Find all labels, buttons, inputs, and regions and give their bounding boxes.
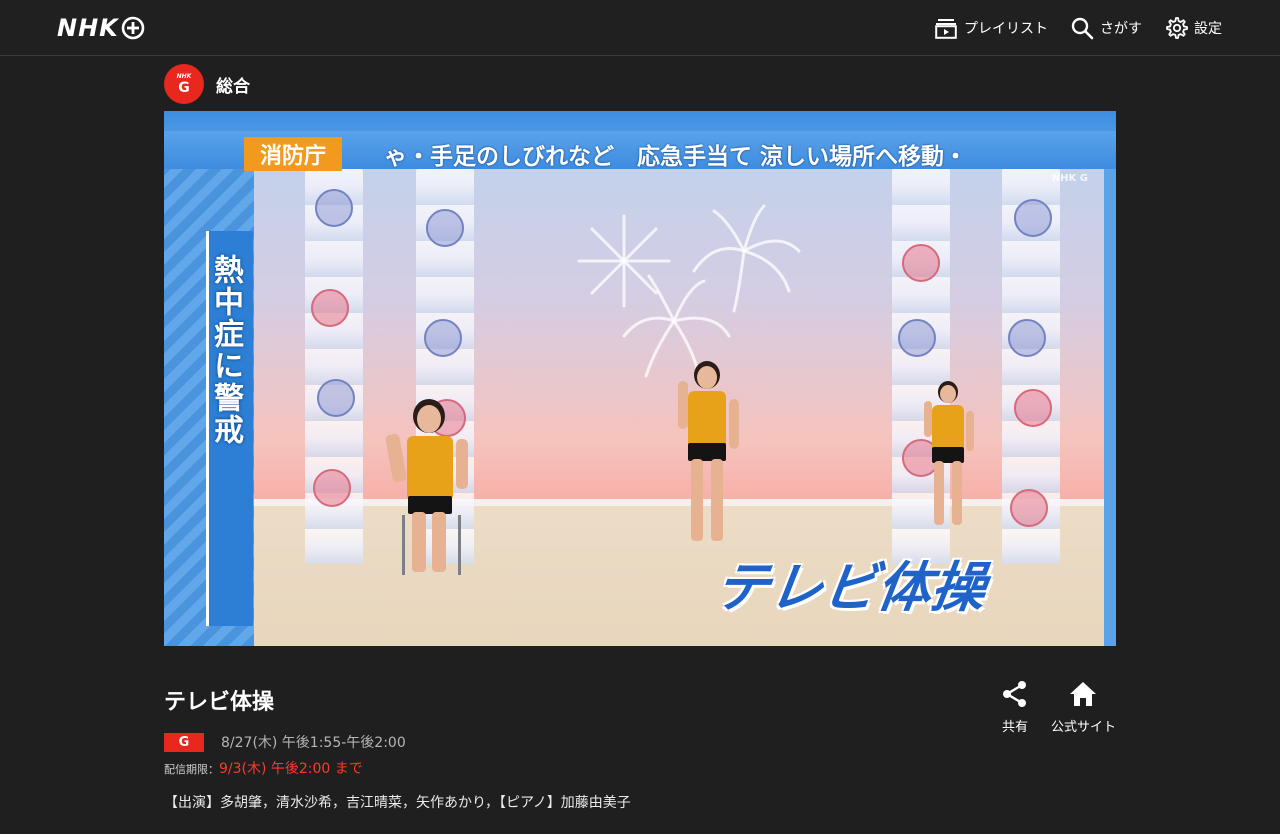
settings-label: 設定 bbox=[1194, 21, 1222, 37]
program-actions: 共有 公式サイト bbox=[1001, 680, 1116, 735]
playlist-button[interactable]: プレイリスト bbox=[934, 16, 1048, 40]
decor-pillar bbox=[305, 169, 363, 564]
broadcast-info: G 8/27(木) 午後1:55-午後2:00 bbox=[164, 732, 406, 752]
search-icon bbox=[1070, 16, 1094, 40]
decor-pillar bbox=[1002, 169, 1060, 564]
channel-logo-letter: G bbox=[178, 79, 190, 96]
ticker-source: 消防庁 bbox=[244, 137, 342, 171]
performer-seated bbox=[384, 399, 474, 589]
performer-right bbox=[922, 381, 978, 531]
official-site-label: 公式サイト bbox=[1050, 720, 1116, 735]
settings-button[interactable]: 設定 bbox=[1164, 16, 1222, 40]
playlist-label: プレイリスト bbox=[964, 21, 1048, 37]
show-logo: テレビ体操 bbox=[710, 556, 990, 619]
logo-text: NHK bbox=[57, 14, 119, 42]
video-player[interactable]: 熱中症に警戒 消防庁 ゃ・手足のしびれなど 応急手当て 涼しい場所へ移動・ NH… bbox=[164, 111, 1116, 646]
delivery-deadline: 配信期限： 9/3(木) 午後2:00 まで bbox=[164, 758, 363, 778]
deadline-label: 配信期限： bbox=[164, 763, 219, 776]
cast-info: 【出演】多胡肇，清水沙希，吉江晴菜，矢作あかり，【ピアノ】加藤由美子 bbox=[164, 795, 631, 811]
deadline-value: 9/3(木) 午後2:00 まで bbox=[219, 761, 363, 777]
search-button[interactable]: さがす bbox=[1070, 16, 1142, 40]
channel-badge: G bbox=[164, 732, 204, 752]
air-time: 8/27(木) 午後1:55-午後2:00 bbox=[221, 735, 406, 751]
plus-icon bbox=[121, 16, 145, 40]
official-site-button[interactable]: 公式サイト bbox=[1051, 680, 1116, 735]
channel-logo-small: NHK bbox=[176, 72, 192, 80]
playlist-icon bbox=[934, 16, 958, 40]
right-strip bbox=[1104, 163, 1116, 646]
top-bar: NHK プレイリスト さがす 設定 bbox=[0, 0, 1280, 56]
ticker-text: ゃ・手足のしびれなど 応急手当て 涼しい場所へ移動・ bbox=[384, 144, 968, 170]
home-icon bbox=[1069, 680, 1097, 712]
video-frame: 熱中症に警戒 消防庁 ゃ・手足のしびれなど 応急手当て 涼しい場所へ移動・ NH… bbox=[164, 111, 1116, 646]
share-button[interactable]: 共有 bbox=[1001, 680, 1029, 735]
channel-watermark: NHK G bbox=[1051, 173, 1088, 184]
performer-center bbox=[674, 361, 744, 551]
program-title: テレビ体操 bbox=[164, 690, 275, 715]
gear-icon bbox=[1164, 16, 1188, 40]
side-caption: 熱中症に警戒 bbox=[208, 254, 243, 446]
channel-logo[interactable]: NHK G bbox=[164, 64, 204, 104]
nhk-plus-logo[interactable]: NHK bbox=[57, 14, 145, 42]
channel-name[interactable]: 総合 bbox=[216, 72, 250, 97]
search-label: さがす bbox=[1100, 21, 1142, 37]
header-nav: プレイリスト さがす 設定 bbox=[934, 13, 1222, 43]
share-label: 共有 bbox=[1001, 720, 1028, 735]
share-icon bbox=[1001, 680, 1029, 712]
channel-header: NHK G 総合 bbox=[164, 64, 250, 104]
